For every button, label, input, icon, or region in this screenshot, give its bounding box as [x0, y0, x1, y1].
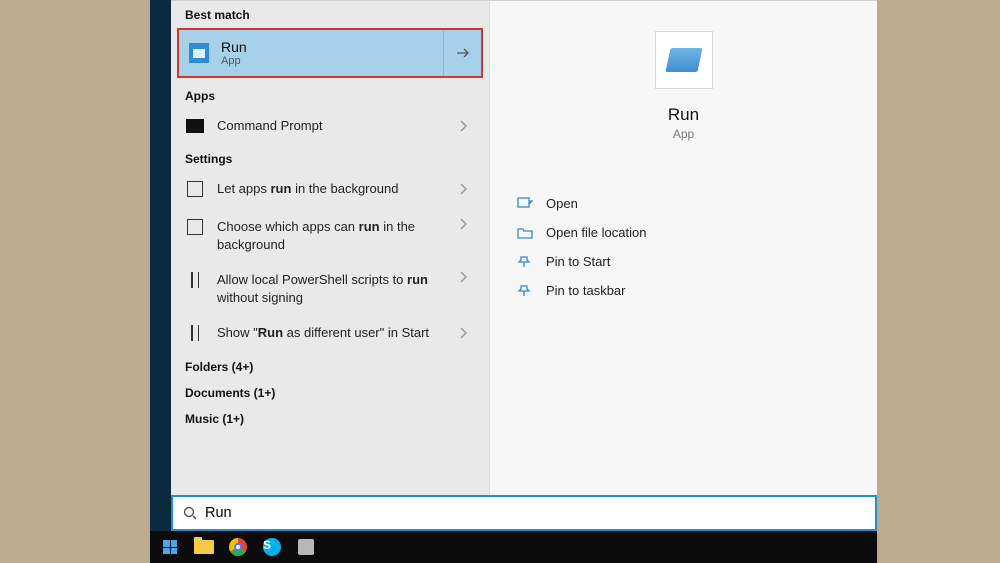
app-icon	[298, 539, 314, 555]
folder-icon	[194, 540, 214, 554]
best-match-text: Run App	[221, 39, 443, 67]
best-match-subtitle: App	[221, 55, 443, 67]
search-icon	[183, 506, 197, 520]
pin-icon	[514, 284, 536, 298]
taskbar: S	[150, 531, 877, 563]
chevron-right-icon[interactable]	[459, 271, 479, 283]
taskbar-chrome[interactable]	[226, 535, 250, 559]
chevron-right-icon[interactable]	[459, 327, 479, 339]
app-setting-icon	[185, 180, 205, 198]
best-match-title: Run	[221, 39, 443, 55]
category-documents[interactable]: Documents (1+)	[171, 378, 489, 404]
result-allow-powershell-run[interactable]: Allow local PowerShell scripts to run wi…	[171, 261, 489, 314]
action-label: Open	[546, 196, 578, 211]
command-prompt-icon	[185, 117, 205, 135]
action-list: Open Open file location Pin to Start Pin…	[490, 189, 877, 305]
chevron-right-icon[interactable]	[459, 218, 479, 230]
result-label: Choose which apps can run in the backgro…	[217, 218, 459, 253]
pin-icon	[514, 255, 536, 269]
preview-app-icon	[655, 31, 713, 89]
taskbar-app[interactable]	[294, 535, 318, 559]
app-setting-icon	[185, 218, 205, 236]
chevron-right-icon[interactable]	[459, 183, 479, 195]
result-label: Show "Run as different user" in Start	[217, 324, 459, 342]
apps-header: Apps	[171, 82, 489, 107]
result-choose-apps-run-bg[interactable]: Choose which apps can run in the backgro…	[171, 208, 489, 261]
start-button[interactable]	[158, 535, 182, 559]
preview-panel: Run App Open Open file location Pin to S…	[489, 1, 877, 495]
result-label: Let apps run in the background	[217, 180, 459, 198]
result-let-apps-run-bg[interactable]: Let apps run in the background	[171, 170, 489, 208]
best-match-header: Best match	[171, 1, 489, 26]
desktop-dark-edge	[150, 0, 172, 563]
action-label: Pin to taskbar	[546, 283, 626, 298]
sliders-icon	[185, 324, 205, 342]
start-menu-search-panel: Best match Run App Apps Command Prompt S…	[171, 0, 877, 495]
best-match-run[interactable]: Run App	[177, 28, 483, 78]
result-show-run-as-different-user[interactable]: Show "Run as different user" in Start	[171, 314, 489, 352]
search-bar[interactable]	[171, 495, 877, 531]
result-label: Command Prompt	[217, 117, 459, 135]
action-open-file-location[interactable]: Open file location	[508, 218, 859, 247]
action-label: Pin to Start	[546, 254, 610, 269]
taskbar-skype[interactable]: S	[260, 535, 284, 559]
taskbar-file-explorer[interactable]	[192, 535, 216, 559]
category-folders[interactable]: Folders (4+)	[171, 352, 489, 378]
skype-icon: S	[263, 538, 281, 556]
windows-icon	[163, 540, 177, 554]
run-icon	[665, 48, 702, 72]
sliders-icon	[185, 271, 205, 289]
settings-header: Settings	[171, 145, 489, 170]
preview-title: Run	[668, 105, 699, 125]
chrome-icon	[229, 538, 247, 556]
action-pin-to-taskbar[interactable]: Pin to taskbar	[508, 276, 859, 305]
search-input[interactable]	[205, 505, 865, 521]
action-pin-to-start[interactable]: Pin to Start	[508, 247, 859, 276]
preview-subtitle: App	[673, 127, 694, 141]
chevron-right-icon[interactable]	[459, 120, 479, 132]
run-icon	[189, 43, 209, 63]
search-results-panel: Best match Run App Apps Command Prompt S…	[171, 1, 489, 495]
best-match-expand[interactable]	[443, 30, 481, 76]
result-label: Allow local PowerShell scripts to run wi…	[217, 271, 459, 306]
category-music[interactable]: Music (1+)	[171, 404, 489, 430]
folder-icon	[514, 226, 536, 240]
open-icon	[514, 197, 536, 211]
arrow-right-icon	[455, 45, 471, 61]
result-command-prompt[interactable]: Command Prompt	[171, 107, 489, 145]
action-open[interactable]: Open	[508, 189, 859, 218]
action-label: Open file location	[546, 225, 646, 240]
